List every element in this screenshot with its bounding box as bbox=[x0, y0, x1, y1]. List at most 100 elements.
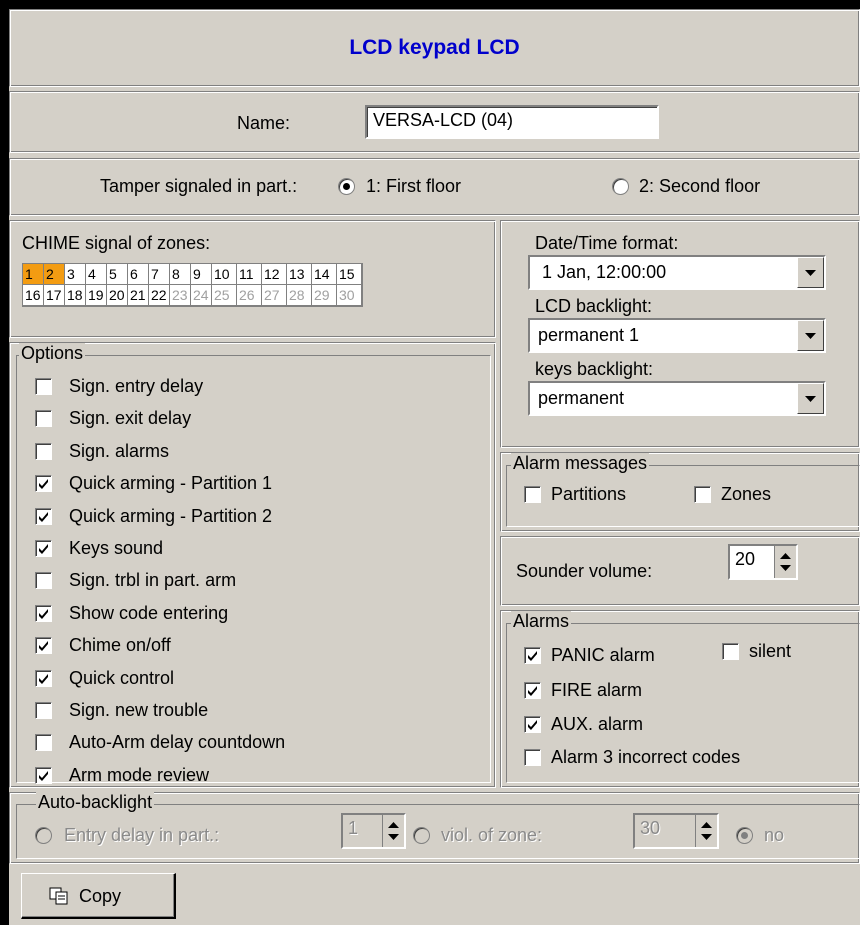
option-checkbox[interactable] bbox=[35, 702, 52, 719]
datetime-label: Date/Time format: bbox=[535, 233, 679, 253]
zone-cell-23[interactable]: 23 bbox=[170, 285, 191, 306]
zone-cell-2[interactable]: 2 bbox=[44, 264, 65, 285]
keys-backlight-value: permanent bbox=[538, 388, 625, 408]
option-checkbox[interactable] bbox=[35, 475, 52, 493]
lcd-backlight-select[interactable]: permanent 1 bbox=[528, 318, 826, 353]
spin-arrows-icon[interactable] bbox=[774, 546, 796, 578]
zone-violation-spinner[interactable]: 30 bbox=[633, 813, 719, 849]
option-checkbox[interactable] bbox=[35, 669, 52, 687]
zone-cell-26[interactable]: 26 bbox=[237, 285, 262, 306]
zone-cell-19[interactable]: 19 bbox=[86, 285, 107, 306]
spin-arrows-icon[interactable] bbox=[695, 815, 717, 847]
aux-alarm-checkbox[interactable] bbox=[524, 716, 541, 733]
zone-cell-20[interactable]: 20 bbox=[107, 285, 128, 306]
option-checkbox[interactable] bbox=[35, 410, 52, 428]
zones-label[interactable]: Zones bbox=[721, 484, 771, 505]
zone-cell-1[interactable]: 1 bbox=[23, 264, 44, 285]
zone-cell-28[interactable]: 28 bbox=[287, 285, 312, 306]
zone-cell-5[interactable]: 5 bbox=[107, 264, 128, 285]
zone-cell-25[interactable]: 25 bbox=[212, 285, 237, 306]
zone-cell-17[interactable]: 17 bbox=[44, 285, 65, 306]
zone-cell-4[interactable]: 4 bbox=[86, 264, 107, 285]
silent-label[interactable]: silent bbox=[749, 641, 791, 662]
zone-cell-9[interactable]: 9 bbox=[191, 264, 212, 285]
option-label[interactable]: Sign. entry delay bbox=[69, 376, 203, 397]
zone-cell-13[interactable]: 13 bbox=[287, 264, 312, 285]
zone-cell-8[interactable]: 8 bbox=[170, 264, 191, 285]
zones-checkbox[interactable] bbox=[694, 486, 711, 503]
fire-alarm-label[interactable]: FIRE alarm bbox=[551, 680, 642, 701]
partitions-checkbox[interactable] bbox=[524, 486, 541, 503]
no-radio[interactable] bbox=[736, 827, 753, 844]
zone-cell-6[interactable]: 6 bbox=[128, 264, 149, 285]
option-label[interactable]: Show code entering bbox=[69, 603, 228, 624]
datetime-format-value: 1 Jan, 12:00:00 bbox=[542, 262, 667, 282]
entry-delay-radio[interactable] bbox=[35, 827, 52, 844]
option-checkbox[interactable] bbox=[35, 637, 52, 655]
datetime-format-select[interactable]: 1 Jan, 12:00:00 bbox=[528, 255, 826, 290]
panic-alarm-checkbox[interactable] bbox=[524, 647, 541, 664]
incorrect-codes-checkbox[interactable] bbox=[524, 749, 541, 766]
keys-backlight-label: keys backlight: bbox=[535, 359, 654, 379]
chime-label: CHIME signal of zones: bbox=[22, 233, 211, 253]
zone-violation-radio[interactable] bbox=[413, 827, 430, 844]
zone-cell-3[interactable]: 3 bbox=[65, 264, 86, 285]
zone-cell-14[interactable]: 14 bbox=[312, 264, 337, 285]
chevron-down-icon[interactable] bbox=[797, 383, 824, 414]
zone-violation-label: viol. of zone: bbox=[441, 825, 543, 845]
zone-cell-22[interactable]: 22 bbox=[149, 285, 170, 306]
zone-cell-12[interactable]: 12 bbox=[262, 264, 287, 285]
tamper-option-1[interactable]: 1: First floor bbox=[366, 176, 461, 197]
aux-alarm-label[interactable]: AUX. alarm bbox=[551, 714, 643, 735]
name-field[interactable]: VERSA-LCD (04) bbox=[365, 105, 659, 139]
copy-button[interactable]: Copy bbox=[21, 873, 176, 919]
option-checkbox[interactable] bbox=[35, 507, 52, 525]
zone-cell-21[interactable]: 21 bbox=[128, 285, 149, 306]
option-label[interactable]: Quick control bbox=[69, 668, 174, 689]
option-label[interactable]: Quick arming - Partition 2 bbox=[69, 506, 272, 527]
lcd-backlight-label: LCD backlight: bbox=[535, 296, 653, 316]
chevron-down-icon[interactable] bbox=[797, 320, 824, 351]
partitions-label[interactable]: Partitions bbox=[551, 484, 626, 505]
fire-alarm-checkbox[interactable] bbox=[524, 682, 541, 699]
option-label[interactable]: Sign. trbl in part. arm bbox=[69, 570, 236, 591]
option-checkbox[interactable] bbox=[35, 540, 52, 557]
zone-cell-11[interactable]: 11 bbox=[237, 264, 262, 285]
zone-cell-30[interactable]: 30 bbox=[337, 285, 362, 306]
zone-cell-24[interactable]: 24 bbox=[191, 285, 212, 306]
option-checkbox[interactable] bbox=[35, 766, 52, 784]
sounder-volume-spinner[interactable]: 20 bbox=[728, 544, 798, 580]
zone-cell-10[interactable]: 10 bbox=[212, 264, 237, 285]
entry-delay-spinner[interactable]: 1 bbox=[341, 813, 406, 849]
zone-cell-15[interactable]: 15 bbox=[337, 264, 362, 285]
option-label[interactable]: Sign. new trouble bbox=[69, 700, 208, 721]
incorrect-codes-label[interactable]: Alarm 3 incorrect codes bbox=[551, 747, 740, 768]
zone-cell-7[interactable]: 7 bbox=[149, 264, 170, 285]
option-label[interactable]: Keys sound bbox=[69, 538, 163, 559]
option-label[interactable]: Sign. alarms bbox=[69, 441, 169, 462]
option-checkbox[interactable] bbox=[35, 734, 52, 752]
option-label[interactable]: Sign. exit delay bbox=[69, 408, 191, 429]
lcd-backlight-value: permanent 1 bbox=[538, 325, 640, 345]
option-label[interactable]: Quick arming - Partition 1 bbox=[69, 473, 272, 494]
option-label[interactable]: Auto-Arm delay countdown bbox=[69, 732, 285, 753]
keys-backlight-select[interactable]: permanent bbox=[528, 381, 826, 416]
option-checkbox[interactable] bbox=[35, 442, 52, 460]
option-checkbox[interactable] bbox=[35, 378, 52, 395]
zone-cell-27[interactable]: 27 bbox=[262, 285, 287, 306]
panic-alarm-label[interactable]: PANIC alarm bbox=[551, 645, 655, 666]
option-label[interactable]: Arm mode review bbox=[69, 765, 209, 786]
zone-cell-29[interactable]: 29 bbox=[312, 285, 337, 306]
spin-arrows-icon[interactable] bbox=[382, 815, 404, 847]
chevron-down-icon[interactable] bbox=[797, 257, 824, 288]
silent-checkbox[interactable] bbox=[722, 643, 739, 660]
zone-cell-16[interactable]: 16 bbox=[23, 285, 44, 306]
tamper-radio-first-floor[interactable] bbox=[338, 178, 355, 195]
option-checkbox[interactable] bbox=[35, 604, 52, 622]
tamper-option-2[interactable]: 2: Second floor bbox=[639, 176, 760, 197]
tamper-radio-second-floor[interactable] bbox=[612, 178, 629, 195]
option-checkbox[interactable] bbox=[35, 572, 52, 590]
copy-button-label: Copy bbox=[79, 886, 122, 906]
option-label[interactable]: Chime on/off bbox=[69, 635, 171, 656]
zone-cell-18[interactable]: 18 bbox=[65, 285, 86, 306]
